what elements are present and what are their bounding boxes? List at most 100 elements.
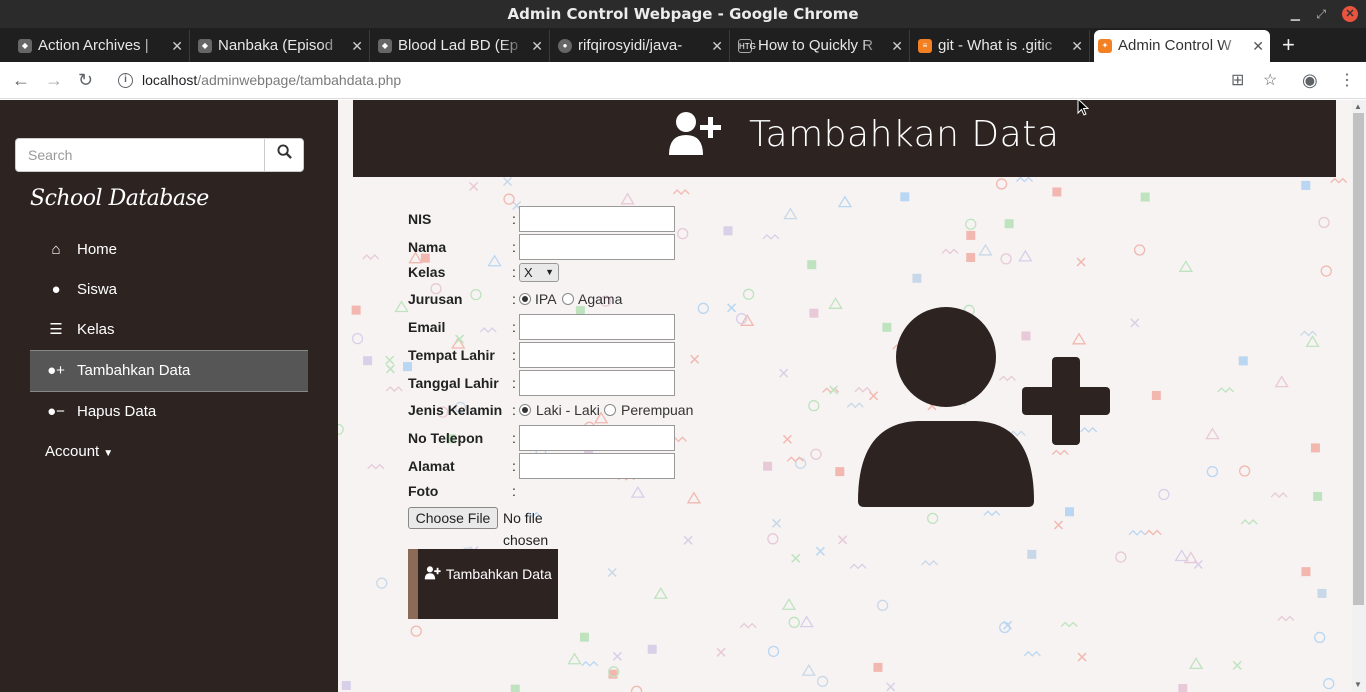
confetti-shape [1317,588,1327,598]
nama-input[interactable] [519,234,675,260]
colon: : [512,239,516,255]
confetti-shape [469,181,479,192]
confetti-shape [781,598,797,610]
forward-icon[interactable]: → [45,62,63,99]
jk-perempuan-radio[interactable] [604,404,616,416]
kelas-select[interactable]: X ▼ [519,263,559,282]
tab-github[interactable]: ● rifqirosyidi/java- ✕ [554,30,730,62]
jurusan-agama-radio[interactable] [562,293,574,305]
nis-input[interactable] [519,206,675,232]
confetti-shape [672,189,690,196]
reload-icon[interactable]: ↻ [78,62,93,99]
tab-blood-lad[interactable]: ◆ Blood Lad BD (Ep ✕ [374,30,550,62]
close-tab-icon[interactable]: ✕ [171,30,183,62]
tanggal-lahir-label: Tanggal Lahir [408,375,499,391]
tab-nanbaka[interactable]: ◆ Nanbaka (Episod ✕ [194,30,370,62]
tanggal-lahir-input[interactable] [519,370,675,396]
bookmark-star-icon[interactable]: ☆ [1263,62,1277,99]
confetti-shape [612,651,622,661]
jenis-kelamin-label: Jenis Kelamin [408,402,503,418]
sidebar-item-label: Tambahkan Data [77,362,191,379]
alamat-label: Alamat [408,458,455,474]
confetti-shape [772,518,782,528]
sidebar-item-hapus-data[interactable]: ●− Hapus Data [30,392,308,432]
sidebar-item-kelas[interactable]: ☰ Kelas [30,310,308,350]
user-plus-icon [424,566,446,582]
scroll-up-icon[interactable]: ▲ [1354,102,1362,111]
account-dropdown[interactable]: Account ▼ [30,432,308,472]
confetti-shape [620,192,635,205]
confetti-shape [510,684,520,692]
back-icon[interactable]: ← [12,62,30,99]
confetti-shape [1274,375,1289,388]
colon: : [512,319,516,335]
confetti-shape [816,675,829,688]
confetti-shape [828,297,843,309]
info-icon[interactable]: i [118,73,133,88]
window-title: Admin Control Webpage - Google Chrome [507,5,859,23]
close-tab-icon[interactable]: ✕ [531,30,543,62]
close-window-icon[interactable]: ✕ [1342,6,1358,22]
cat-icon: ◆ [378,39,392,53]
confetti-shape [607,567,617,578]
jurusan-ipa-radio[interactable] [519,293,531,305]
maximize-icon[interactable]: ⤢ [1316,0,1326,28]
confetti-shape [1188,657,1204,670]
brand-logo[interactable]: School Database [30,186,209,211]
confetti-shape [1323,677,1335,690]
confetti-shape [739,622,757,629]
tab-admin-control[interactable]: ✦ Admin Control W ✕ [1094,30,1270,62]
confetti-shape [1232,660,1242,670]
confetti-shape [1205,427,1220,440]
sidebar-item-home[interactable]: ⌂ Home [30,230,308,270]
scroll-down-icon[interactable]: ▼ [1354,680,1362,689]
scrollbar-thumb[interactable] [1353,113,1364,605]
confetti-shape [1060,621,1078,628]
close-tab-icon[interactable]: ✕ [711,30,723,62]
form-row-nis: NIS: [408,205,808,233]
main-content: Tambahkan Data NIS: Nama: Kelas: X ▼ Jurus… [338,100,1352,692]
page-title: Tambahkan Data [749,114,1060,155]
close-tab-icon[interactable]: ✕ [1252,30,1264,62]
minimize-icon[interactable]: ▁ [1291,0,1300,28]
confetti-shape [1174,549,1189,562]
search-input[interactable]: Search [15,138,265,172]
confetti-shape [1310,443,1320,453]
tab-htg[interactable]: HTG How to Quickly R ✕ [734,30,910,62]
confetti-shape [926,512,939,525]
confetti-shape [367,463,385,470]
tab-label: git - What is .gitic [938,37,1053,54]
browser-toolbar: ← → ↻ i localhost/adminwebpage/tambahdat… [0,62,1366,99]
tempat-lahir-input[interactable] [519,342,675,368]
email-input[interactable] [519,314,675,340]
confetti-shape [1239,465,1251,477]
form-row-foto: Foto: [408,477,808,505]
translate-icon[interactable]: ⊞ [1231,62,1244,99]
sidebar-item-label: Siswa [77,281,118,298]
close-tab-icon[interactable]: ✕ [1071,30,1083,62]
choose-file-button[interactable]: Choose File [408,507,498,529]
search-button[interactable] [264,138,304,172]
close-tab-icon[interactable]: ✕ [891,30,903,62]
menu-kebab-icon[interactable]: ⋮ [1339,62,1355,99]
profile-icon[interactable]: ◉ [1302,62,1318,99]
close-tab-icon[interactable]: ✕ [351,30,363,62]
confetti-shape [394,300,409,313]
tab-stackoverflow[interactable]: ≡ git - What is .gitic ✕ [914,30,1090,62]
new-tab-icon[interactable]: + [1282,30,1295,60]
confetti-shape [1000,253,1012,265]
chevron-down-icon: ▼ [545,267,554,277]
colon: : [512,264,516,280]
confetti-shape [341,680,351,690]
no-telepon-input[interactable] [519,425,675,451]
sidebar-item-tambahkan-data[interactable]: ●+ Tambahkan Data [30,350,308,392]
tambahkan-data-button[interactable]: Tambahkan Data [408,549,558,619]
cat-icon: ◆ [198,39,212,53]
address-bar[interactable]: localhost/adminwebpage/tambahdata.php [142,62,401,99]
sidebar-item-siswa[interactable]: ● Siswa [30,270,308,310]
confetti-shape [1016,176,1033,183]
jk-laki-radio[interactable] [519,404,531,416]
user-plus-icon: ●+ [47,362,65,379]
tab-action-archives[interactable]: ◆ Action Archives | ✕ [14,30,190,62]
alamat-input[interactable] [519,453,675,479]
